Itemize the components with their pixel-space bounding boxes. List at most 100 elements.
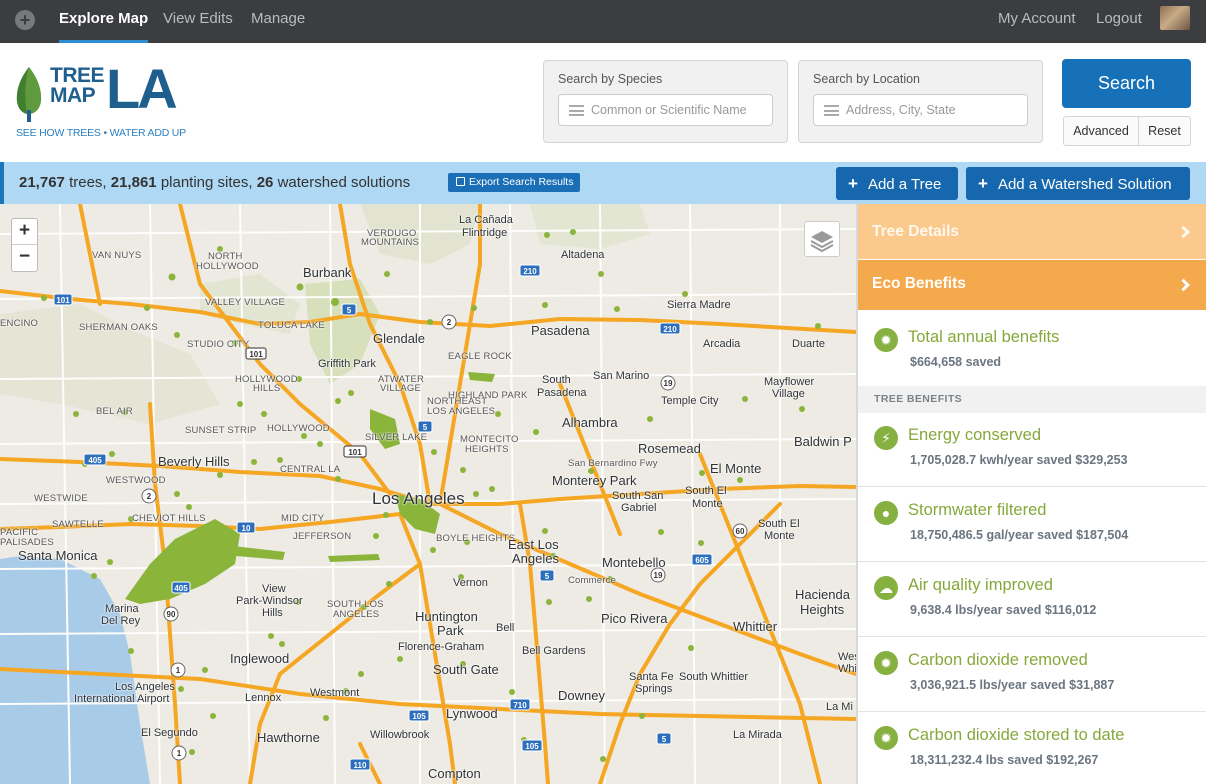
svg-text:101: 101 [56,296,70,305]
map-place-label: HILLS [253,383,281,394]
map-place-label: Village [772,388,805,400]
svg-text:710: 710 [513,701,527,710]
location-input-box[interactable] [813,94,1028,126]
map-place-label: Rosemead [638,441,701,456]
nav-my-account[interactable]: My Account [998,0,1076,43]
map-place-label: Sierra Madre [667,299,731,311]
benefit-value: $664,658 saved [910,355,1002,369]
planting-site-label: planting sites, [160,174,253,191]
map-place-label: ANGELES [333,609,380,620]
benefit-title: Air quality improved [908,576,1053,594]
map-place-label: Whit [838,663,856,675]
map-place-label: Burbank [303,265,352,280]
map-place-label: La Mirada [733,729,782,741]
benefit-title: Carbon dioxide removed [908,651,1088,669]
map-place-label: Lennox [245,692,282,704]
map-place-label: Bell [496,622,515,634]
map-place-label: Heights [800,602,845,617]
map-place-label: View [262,583,286,595]
nav-logout[interactable]: Logout [1096,0,1142,43]
species-search-input[interactable] [591,95,771,125]
map-place-label: Bell Gardens [522,645,586,657]
map-place-label: CENTRAL LA [280,464,341,475]
logo-tagline: SEE HOW TREES • WATER ADD UP [16,127,186,139]
map-place-label: BEL AIR [96,406,133,417]
map-place-label: Del Rey [101,615,141,627]
species-input-box[interactable] [558,94,773,126]
layers-button[interactable] [804,221,840,257]
map-place-label: Inglewood [230,651,290,666]
add-watershed-solution-button[interactable]: + Add a Watershed Solution [966,167,1190,200]
map-place-label: HOLLYWOOD [196,261,259,272]
map-place-label: San Bernardino Fwy [568,458,658,469]
logo-word-la: LA [106,57,178,120]
tree-count: 21,767 [19,174,65,191]
add-circle-icon[interactable]: + [15,10,35,30]
benefit-co2-stored: ✹ Carbon dioxide stored to date 18,311,2… [858,712,1206,784]
results-count-bar: 21,767 trees, 21,861 planting sites, 26 … [0,162,1206,204]
zoom-in-button[interactable]: + [12,219,37,245]
location-search-label: Search by Location [813,72,921,86]
svg-text:110: 110 [354,761,367,770]
svg-text:5: 5 [347,306,352,315]
map-place-label: EAGLE ROCK [448,351,512,362]
nav-view-edits[interactable]: View Edits [163,0,233,43]
svg-text:2: 2 [147,492,152,501]
tree-logo-icon [16,67,42,122]
map-place-label: VALLEY VILLAGE [205,297,286,308]
map-place-label: SUNSET STRIP [185,425,257,436]
watershed-label: watershed solutions [277,174,411,191]
nav-explore-map[interactable]: Explore Map [59,0,149,43]
benefit-title: Stormwater filtered [908,501,1047,519]
search-button[interactable]: Search [1062,59,1191,108]
map-place-label: Hawthorne [257,730,320,745]
map-place-label: PALISADES [0,537,54,548]
results-summary: 21,767 trees, 21,861 planting sites, 26 … [19,174,410,191]
sun-icon: ✹ [874,651,898,675]
map-place-label: San Marino [593,370,650,382]
plus-icon: + [848,174,858,193]
map-place-label: Monterey Park [552,473,637,488]
map-place-label: Pico Rivera [601,611,668,626]
add-tree-button[interactable]: + Add a Tree [836,167,958,200]
reset-button[interactable]: Reset [1138,116,1191,146]
map-place-label: Angeles [512,551,559,566]
map-place-label: Vernon [453,577,488,589]
zoom-out-button[interactable]: − [12,245,37,271]
eco-benefits-label: Eco Benefits [872,275,966,292]
map-place-label: West [838,651,856,663]
svg-text:405: 405 [174,584,188,593]
svg-text:5: 5 [423,423,428,432]
add-watershed-label: Add a Watershed Solution [997,176,1172,193]
bolt-icon: ⚡ [874,426,898,450]
tree-details-header[interactable]: Tree Details [858,204,1206,259]
map-place-label: Marina [105,603,139,615]
map-place-label: VILLAGE [380,383,422,394]
eco-benefits-header[interactable]: Eco Benefits [858,260,1206,310]
map-place-label: SILVER LAKE [365,432,428,443]
export-search-results-button[interactable]: Export Search Results [448,173,581,192]
map-place-label: Willowbrook [370,729,430,741]
avatar[interactable] [1160,6,1190,30]
nav-manage[interactable]: Manage [251,0,305,43]
treemap-la-logo[interactable]: TREE MAP LA SEE HOW TREES • WATER ADD UP [14,57,186,145]
map-place-label: WESTWIDE [34,493,88,504]
header: TREE MAP LA SEE HOW TREES • WATER ADD UP… [0,43,1206,162]
map-place-label: South Gate [433,662,499,677]
plus-icon: + [978,174,988,193]
benefit-title: Carbon dioxide stored to date [908,726,1125,744]
location-search-input[interactable] [846,95,1026,125]
benefit-energy: ⚡ Energy conserved 1,705,028.7 kwh/year … [858,412,1206,487]
watershed-count: 26 [256,174,274,191]
map-place-label: Santa Fe [629,671,674,683]
benefit-title: Total annual benefits [908,328,1060,346]
map-place-label: SHERMAN OAKS [79,322,158,333]
layers-icon [810,231,834,253]
map-place-label: La Cañada [459,214,513,226]
svg-text:10: 10 [242,524,251,533]
map-view[interactable]: 210 210 101 101 5 5 405 101 10 605 5 405… [0,204,856,784]
map-place-label: Griffith Park [318,358,376,370]
advanced-button[interactable]: Advanced [1063,116,1139,146]
total-annual-benefits: ✹ Total annual benefits $664,658 saved [858,314,1206,386]
map-place-label: HOLLYWOOD [267,423,330,434]
